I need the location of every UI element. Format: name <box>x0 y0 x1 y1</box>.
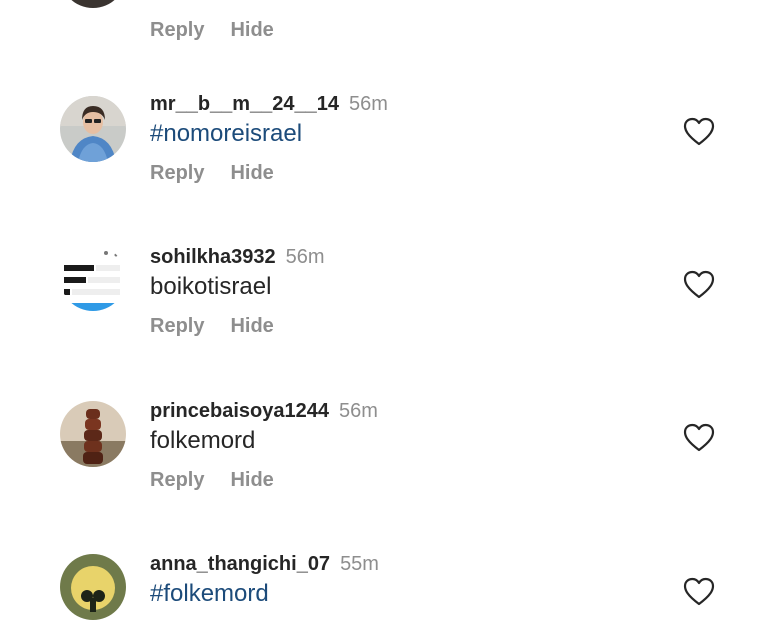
comment-actions: Reply Hide <box>150 161 274 185</box>
hide-button[interactable]: Hide <box>230 19 273 41</box>
comment-timestamp: 56m <box>285 246 325 268</box>
comment-actions: Reply Hide <box>150 18 274 42</box>
hide-button[interactable]: Hide <box>230 469 273 491</box>
avatar-stacked-stones-icon[interactable] <box>60 401 126 467</box>
heart-outline-icon[interactable] <box>683 576 715 608</box>
heart-outline-icon[interactable] <box>683 269 715 301</box>
avatar-person-icon[interactable] <box>60 96 126 162</box>
hide-button[interactable]: Hide <box>230 315 273 337</box>
comment-username[interactable]: mr__b__m__24__14 <box>150 93 339 115</box>
comment-header: anna_thangichi_07 55m <box>150 552 379 576</box>
comment-text[interactable]: #folkemord <box>150 579 269 609</box>
comment-header: princebaisoya1244 56m <box>150 399 378 423</box>
comment-username[interactable]: princebaisoya1244 <box>150 400 329 422</box>
comment-timestamp: 55m <box>340 553 379 575</box>
comment-text[interactable]: #nomoreisrael <box>150 119 302 149</box>
comment-timestamp: 56m <box>349 93 388 115</box>
reply-button[interactable]: Reply <box>150 469 204 491</box>
comment-username[interactable]: sohilkha3932 <box>150 246 276 268</box>
reply-button[interactable]: Reply <box>150 162 204 184</box>
avatar[interactable] <box>60 0 126 8</box>
comment-actions: Reply Hide <box>150 468 274 492</box>
comment-timestamp: 56m <box>339 400 378 422</box>
comment-header: sohilkha3932 56m <box>150 245 325 269</box>
hide-button[interactable]: Hide <box>230 162 273 184</box>
comment-text[interactable]: folkemord <box>150 426 255 456</box>
avatar-screenshot-icon[interactable] <box>60 245 126 311</box>
comment-actions: Reply Hide <box>150 314 274 338</box>
reply-button[interactable]: Reply <box>150 315 204 337</box>
avatar-moon-icon[interactable] <box>60 554 126 620</box>
comment-text[interactable]: boikotisrael <box>150 272 271 302</box>
reply-button[interactable]: Reply <box>150 19 204 41</box>
heart-outline-icon[interactable] <box>683 422 715 454</box>
heart-outline-icon[interactable] <box>683 116 715 148</box>
comment-header: mr__b__m__24__14 56m <box>150 92 388 116</box>
comment-username[interactable]: anna_thangichi_07 <box>150 553 330 575</box>
